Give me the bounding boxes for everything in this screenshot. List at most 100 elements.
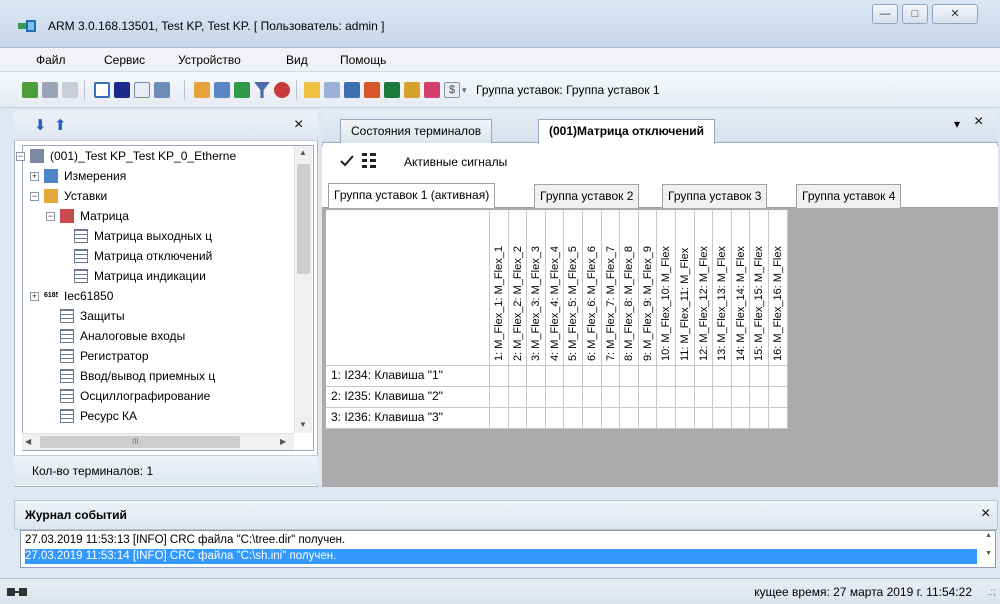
tree-item-label[interactable]: (001)_Test KP_Test KP_0_Etherne [50,147,236,167]
matrix-cell[interactable] [769,366,788,387]
matrix-cell[interactable] [694,366,714,387]
matrix-cell[interactable] [713,408,732,429]
tab-terminal-states[interactable]: Состояния терминалов [340,119,493,143]
matrix-column-header[interactable]: 2: M_Flex_2: M_Flex_2 [508,210,528,366]
matrix-cell[interactable] [490,408,509,429]
matrix-column-header[interactable]: 11: M_Flex_11: M_Flex [676,210,695,366]
matrix-cell[interactable] [750,387,769,408]
tree-item-label[interactable]: Защиты [80,307,125,327]
collapse-icon[interactable]: − [16,152,25,161]
tree-hscroll-thumb[interactable]: III [40,436,240,448]
matrix-column-header[interactable]: 14: M_Flex_14: M_Flex [731,210,751,366]
matrix-cell[interactable] [583,408,602,429]
tree-item-label[interactable]: Регистратор [80,347,149,367]
tab-group-1[interactable]: Группа уставок 1 (активная) [328,183,496,208]
matrix-cell[interactable] [638,408,658,429]
matrix-cell[interactable] [508,366,528,387]
matrix-cell[interactable] [527,366,546,387]
matrix-cell[interactable] [490,387,509,408]
tree-horizontal-scrollbar[interactable]: ◀ III ▶ [22,433,294,450]
matrix-column-header[interactable]: 12: M_Flex_12: M_Flex [694,210,714,366]
maximize-button[interactable]: □ [902,4,928,24]
arrow-up-icon[interactable]: ⬆ [54,116,67,134]
matrix-row-header[interactable]: 3: I236: Клавиша "3" [326,408,490,429]
matrix-cell[interactable] [750,408,769,429]
tree-item-label[interactable]: Матрица отключений [94,247,212,267]
tab-group-4[interactable]: Группа уставок 4 [796,184,902,208]
tree-item-label[interactable]: Ввод/вывод приемных ц [80,367,215,387]
matrix-cell[interactable] [583,387,602,408]
screen-icon[interactable] [114,82,130,98]
matrix-column-header[interactable]: 7: M_Flex_7: M_Flex_7 [601,210,621,366]
report-icon[interactable] [214,82,230,98]
log-scroll-up-icon[interactable]: ▲ [985,532,992,539]
matrix-cell[interactable] [638,387,658,408]
tree-item-label[interactable]: Iec61850 [64,287,113,307]
edit-icon[interactable] [324,82,340,98]
minimize-button[interactable]: — [872,4,898,24]
tab-list-icon[interactable]: ▾ [954,117,960,131]
matrix-cell[interactable] [750,366,769,387]
resize-grip[interactable]: .:; [988,587,996,598]
matrix-cell[interactable] [713,387,732,408]
sync-icon[interactable] [384,82,400,98]
matrix-cell[interactable] [601,366,621,387]
matrix-cell[interactable] [657,366,676,387]
window-icon[interactable] [134,82,150,98]
plugin-icon[interactable] [404,82,420,98]
matrix-cell[interactable] [731,387,751,408]
collapse-icon[interactable]: − [30,192,39,201]
matrix-column-header[interactable]: 4: M_Flex_4: M_Flex_4 [545,210,565,366]
matrix-cell[interactable] [731,408,751,429]
event-log-list[interactable]: 27.03.2019 11:53:13 [INFO] CRC файла "C:… [20,530,996,568]
scroll-down-icon[interactable]: ▼ [299,420,307,429]
matrix-cell[interactable] [564,408,583,429]
device-view-icon[interactable] [62,82,78,98]
matrix-cell[interactable] [583,366,602,387]
matrix-cell[interactable] [676,366,695,387]
tree-item-label[interactable]: Измерения [64,167,126,187]
matrix-column-header[interactable]: 15: M_Flex_15: M_Flex [750,210,769,366]
chevron-down-icon[interactable]: ▾ [462,82,470,98]
matrix-cell[interactable] [601,387,621,408]
tree-item-label[interactable]: Матрица индикации [94,267,206,287]
close-tab-icon[interactable]: × [974,113,983,131]
menu-service[interactable]: Сервис [104,53,145,67]
matrix-cell[interactable] [545,408,565,429]
tool-icon[interactable] [194,82,210,98]
close-window-button[interactable]: ✕ [932,4,978,24]
matrix-cell[interactable] [731,366,751,387]
signal-check-icon[interactable] [340,154,354,168]
matrix-cell[interactable] [620,387,639,408]
matrix-cell[interactable] [527,387,546,408]
matrix-row-header[interactable]: 1: I234: Клавиша "1" [326,366,490,387]
matrix-cell[interactable] [527,408,546,429]
filter-icon[interactable] [254,82,270,98]
save-icon[interactable] [344,82,360,98]
close-log-icon[interactable]: × [981,505,990,523]
tab-group-2[interactable]: Группа уставок 2 [534,184,640,208]
matrix-cell[interactable] [508,387,528,408]
matrix-cell[interactable] [694,387,714,408]
tree-item-label[interactable]: Аналоговые входы [80,327,185,347]
matrix-cell[interactable] [694,408,714,429]
matrix-column-header[interactable]: 9: M_Flex_9: M_Flex_9 [638,210,658,366]
flag-icon[interactable] [424,82,440,98]
log-entry-selected[interactable]: 27.03.2019 11:53:14 [INFO] CRC файла "C:… [25,549,977,564]
tree-icon[interactable] [234,82,250,98]
scroll-left-icon[interactable]: ◀ [25,437,31,446]
chart-icon[interactable] [364,82,380,98]
matrix-column-header[interactable]: 8: M_Flex_8: M_Flex_8 [620,210,639,366]
matrix-cell[interactable] [769,387,788,408]
matrix-cell[interactable] [508,408,528,429]
scroll-up-icon[interactable]: ▲ [299,148,307,157]
tree-item-label[interactable]: Матрица выходных ц [94,227,212,247]
matrix-column-header[interactable]: 5: M_Flex_5: M_Flex_5 [564,210,583,366]
matrix-cell[interactable] [620,408,639,429]
matrix-cell[interactable] [638,366,658,387]
close-panel-icon[interactable]: × [294,116,303,134]
matrix-column-header[interactable]: 10: M_Flex_10: M_Flex [657,210,676,366]
matrix-cell[interactable] [545,387,565,408]
list-icon[interactable] [94,82,110,98]
matrix-cell[interactable] [676,387,695,408]
